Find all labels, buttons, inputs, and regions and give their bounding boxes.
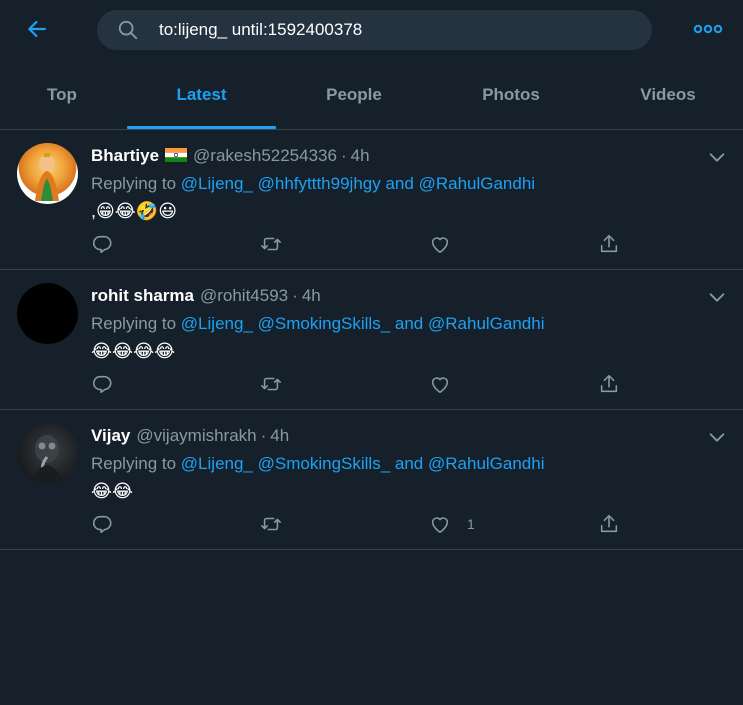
tweet-header: Vijay @vijaymishrakh · 4h — [91, 424, 289, 448]
mention-link[interactable]: @RahulGandhi — [428, 454, 545, 473]
share-icon — [600, 234, 618, 253]
mention-link[interactable]: @Lijeng_ — [181, 174, 253, 193]
reply-icon — [92, 375, 112, 394]
separator-dot: · — [340, 146, 347, 165]
and-word: and — [394, 314, 424, 333]
gas-mask-image — [29, 435, 65, 484]
more-options-icon[interactable] — [692, 18, 724, 40]
like-count: 1 — [467, 516, 475, 532]
retweet-button[interactable] — [260, 511, 282, 537]
retweet-icon — [261, 237, 281, 251]
tab-latest[interactable]: Latest — [127, 60, 276, 129]
back-arrow-icon[interactable] — [24, 16, 50, 42]
user-handle[interactable]: @vijaymishrakh — [136, 426, 256, 445]
mention-link[interactable]: @Lijeng_ — [181, 314, 253, 333]
india-flag-icon — [165, 148, 188, 162]
tweet-text: 😂😂 — [91, 481, 134, 501]
search-header — [0, 0, 743, 60]
user-handle[interactable]: @rohit4593 — [200, 286, 288, 305]
reply-button[interactable] — [91, 511, 113, 537]
tweet-text: 😂😂😂😂 — [91, 341, 176, 361]
and-word: and — [385, 174, 414, 193]
replying-to: Replying to @Lijeng_ @SmokingSkills_ and… — [91, 312, 545, 336]
search-input[interactable] — [159, 10, 629, 50]
tweet-time[interactable]: 4h — [351, 146, 370, 165]
separator-dot: · — [260, 426, 267, 445]
tab-photos-label: Photos — [482, 84, 540, 104]
replying-prefix: Replying to — [91, 174, 177, 193]
heart-icon — [431, 377, 449, 394]
display-name[interactable]: rohit sharma — [91, 286, 194, 305]
tweet-text: ,😁😂🤣😃 — [91, 201, 177, 221]
retweet-button[interactable] — [260, 371, 282, 397]
share-icon — [600, 514, 618, 533]
avatar[interactable] — [17, 423, 78, 484]
share-button[interactable] — [598, 231, 620, 257]
mention-link[interactable]: @Lijeng_ — [181, 454, 253, 473]
reply-button[interactable] — [91, 371, 113, 397]
mention-link[interactable]: @SmokingSkills_ — [258, 454, 391, 473]
reply-button[interactable] — [91, 231, 113, 257]
user-handle[interactable]: @rakesh52254336 — [193, 146, 337, 165]
tweet-list: Bhartiye @rakesh52254336 · 4h Replying to @… — [0, 130, 743, 550]
tweet-time[interactable]: 4h — [270, 426, 289, 445]
chevron-down-icon[interactable] — [706, 426, 728, 448]
reply-icon — [92, 235, 112, 254]
mention-link[interactable]: @SmokingSkills_ — [258, 314, 391, 333]
avatar[interactable] — [17, 143, 78, 204]
like-button[interactable] — [429, 231, 467, 257]
tweet-header: rohit sharma @rohit4593 · 4h — [91, 284, 321, 308]
reply-icon — [92, 515, 112, 534]
separator-dot: · — [292, 286, 298, 305]
share-button[interactable] — [598, 371, 620, 397]
active-tab-indicator — [127, 126, 276, 129]
tab-photos[interactable]: Photos — [437, 60, 585, 129]
deity-image — [35, 153, 59, 201]
like-button[interactable] — [429, 371, 467, 397]
tab-videos-label: Videos — [640, 84, 696, 104]
tab-top-label: Top — [47, 84, 77, 104]
like-button[interactable]: 1 — [429, 511, 475, 537]
replying-to: Replying to @Lijeng_ @SmokingSkills_ and… — [91, 452, 545, 476]
heart-icon — [431, 517, 449, 534]
search-tabs: Top Latest People Photos Videos — [0, 60, 743, 130]
tweet-time[interactable]: 4h — [302, 286, 321, 305]
heart-icon — [431, 237, 449, 254]
replying-to: Replying to @Lijeng_ @hhfyttth99jhgy and… — [91, 172, 535, 196]
chevron-down-icon[interactable] — [706, 146, 728, 168]
tweet[interactable]: Vijay @vijaymishrakh · 4h Replying to @Lije… — [0, 410, 743, 550]
chevron-down-icon[interactable] — [706, 286, 728, 308]
and-word: and — [394, 454, 424, 473]
tab-videos[interactable]: Videos — [595, 60, 741, 129]
tab-people-label: People — [326, 84, 382, 104]
tab-people[interactable]: People — [281, 60, 427, 129]
search-icon — [118, 20, 138, 40]
tab-top[interactable]: Top — [0, 60, 124, 129]
search-box[interactable] — [97, 10, 652, 50]
retweet-icon — [261, 377, 281, 391]
retweet-button[interactable] — [260, 231, 282, 257]
share-icon — [600, 374, 618, 393]
mention-link[interactable]: @RahulGandhi — [419, 174, 536, 193]
tab-latest-label: Latest — [176, 84, 227, 104]
display-name[interactable]: Vijay — [91, 426, 130, 445]
retweet-icon — [261, 517, 281, 531]
replying-prefix: Replying to — [91, 454, 177, 473]
tweet-header: Bhartiye @rakesh52254336 · 4h — [91, 144, 370, 168]
mention-link[interactable]: @RahulGandhi — [428, 314, 545, 333]
tweet[interactable]: rohit sharma @rohit4593 · 4h Replying to @L… — [0, 270, 743, 410]
share-button[interactable] — [598, 511, 620, 537]
mention-link[interactable]: @hhfyttth99jhgy — [258, 174, 381, 193]
tweet[interactable]: Bhartiye @rakesh52254336 · 4h Replying to @… — [0, 130, 743, 270]
avatar[interactable] — [17, 283, 78, 344]
replying-prefix: Replying to — [91, 314, 177, 333]
display-name[interactable]: Bhartiye — [91, 146, 159, 165]
